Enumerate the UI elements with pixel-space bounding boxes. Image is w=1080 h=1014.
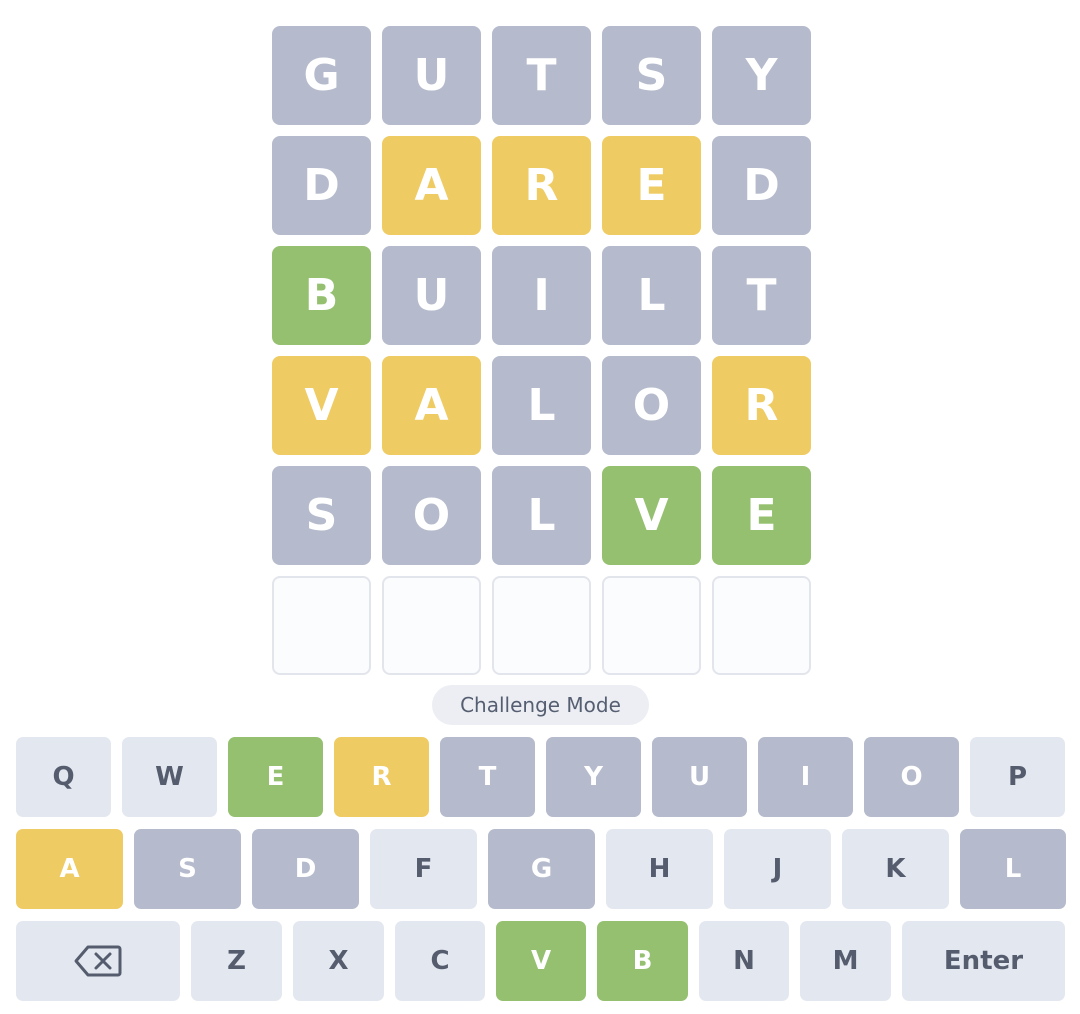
key-l[interactable]: L [960,829,1066,909]
key-y[interactable]: Y [546,737,641,817]
key-b[interactable]: B [597,921,688,1001]
key-z[interactable]: Z [191,921,282,1001]
key-i[interactable]: I [758,737,853,817]
key-e[interactable]: E [228,737,323,817]
backspace-key[interactable] [16,921,180,1001]
key-h[interactable]: H [606,829,713,909]
key-c[interactable]: C [395,921,485,1001]
key-k[interactable]: K [842,829,949,909]
key-a[interactable]: A [16,829,123,909]
key-p[interactable]: P [970,737,1065,817]
enter-key[interactable]: Enter [902,921,1065,1001]
key-v[interactable]: V [496,921,586,1001]
backspace-icon [74,944,122,978]
key-m[interactable]: M [800,921,891,1001]
key-o[interactable]: O [864,737,959,817]
key-x[interactable]: X [293,921,384,1001]
key-g[interactable]: G [488,829,595,909]
key-q[interactable]: Q [16,737,111,817]
on-screen-keyboard: Q W E R T Y U I O P A S D F G H J K L Z X C V B N M Enter [0,0,1080,1014]
key-u[interactable]: U [652,737,747,817]
key-n[interactable]: N [699,921,789,1001]
key-s[interactable]: S [134,829,241,909]
key-f[interactable]: F [370,829,477,909]
key-j[interactable]: J [724,829,831,909]
key-t[interactable]: T [440,737,535,817]
key-w[interactable]: W [122,737,217,817]
key-r[interactable]: R [334,737,429,817]
key-d[interactable]: D [252,829,359,909]
